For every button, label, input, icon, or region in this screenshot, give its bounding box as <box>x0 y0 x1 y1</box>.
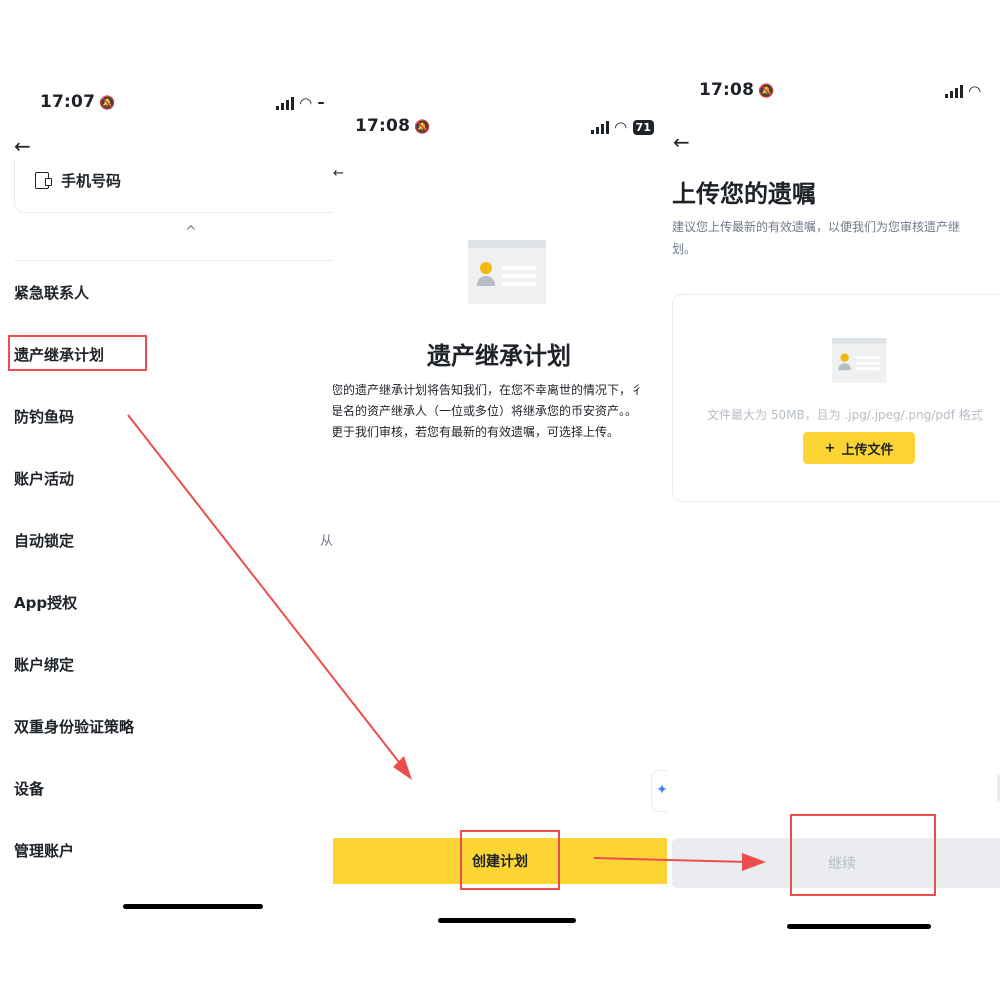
phone-number-card[interactable]: 手机号码 <box>14 160 333 213</box>
page-title: 上传您的遗嘱 <box>672 180 816 208</box>
screen-upload-will: 17:08 🔕 ◠ ← 上传您的遗嘱 建议您上传最新的有效遗嘱，以便我们为您审核遗… <box>667 0 1000 1000</box>
auto-lock-value: 从 <box>320 534 333 549</box>
battery-icon <box>317 102 324 104</box>
document-illustration-icon <box>832 338 887 383</box>
phone-device-icon <box>35 172 52 189</box>
screen-security-settings: 17:07 🔕 ◠ ← 手机号码 ^ 紧急联系人 遗产继承计划 防钓鱼码 账户活动… <box>0 0 333 1000</box>
signal-icon <box>591 120 609 134</box>
upload-area[interactable] <box>672 294 1000 502</box>
wifi-icon: ◠ <box>969 82 981 100</box>
menu-item-2fa-policy[interactable]: 双重身份验证策略 <box>14 716 134 737</box>
home-indicator <box>787 924 931 929</box>
screen-inheritance-intro: 17:08 🔕 ◠ 71 ← 遗产继承计划 您的遗产继承计划将告知我们，在您不幸离… <box>333 0 667 1000</box>
file-size-hint: 文件最大为 50MB，且为 .jpg/.jpeg/.png/pdf 格式 <box>707 408 983 422</box>
menu-item-app-authorization[interactable]: App授权 <box>14 592 77 613</box>
support-chat-icon[interactable]: ✦ <box>651 770 667 812</box>
description-line-3: 更于我们审核，若您有最新的有效遗嘱，可选择上传。 <box>333 425 620 439</box>
menu-item-account-activity[interactable]: 账户活动 <box>14 468 74 489</box>
status-time: 17:08 🔕 <box>355 116 431 136</box>
battery-icon: 71 <box>632 119 654 135</box>
menu-item-devices[interactable]: 设备 <box>14 778 44 799</box>
signal-icon <box>945 84 963 98</box>
home-indicator <box>123 904 263 909</box>
menu-item-manage-account[interactable]: 管理账户 <box>14 840 74 861</box>
description-line-2: 是名的资产继承人（一位或多位）将继承您的币安资产。。 <box>333 404 638 418</box>
highlight-box-create-plan <box>460 830 560 890</box>
status-icons: ◠ <box>276 94 324 112</box>
wifi-icon: ◠ <box>615 118 627 136</box>
subtitle-line-1: 建议您上传最新的有效遗嘱，以便我们为您审核遗产继 <box>672 220 961 234</box>
back-arrow-icon[interactable]: ← <box>14 134 31 158</box>
status-time: 17:07 🔕 <box>40 92 116 112</box>
menu-item-anti-phishing-code[interactable]: 防钓鱼码 <box>14 406 74 427</box>
back-arrow-icon[interactable]: ← <box>333 166 344 181</box>
page-title: 遗产继承计划 <box>427 342 571 370</box>
highlight-box-continue <box>790 814 936 896</box>
menu-item-account-binding[interactable]: 账户绑定 <box>14 654 74 675</box>
status-icons: ◠ 71 <box>591 118 654 136</box>
menu-item-emergency-contact[interactable]: 紧急联系人 <box>14 282 89 303</box>
description-line-1: 您的遗产继承计划将告知我们，在您不幸离世的情况下，彳 <box>333 383 644 397</box>
subtitle-line-2: 划。 <box>672 242 697 256</box>
upload-file-button[interactable]: + 上传文件 <box>803 432 915 464</box>
divider <box>14 260 333 261</box>
menu-item-auto-lock[interactable]: 自动锁定 <box>14 530 74 551</box>
bell-muted-icon: 🔕 <box>99 96 116 111</box>
status-time: 17:08 🔕 <box>699 80 775 100</box>
chevron-up-icon[interactable]: ^ <box>185 224 197 240</box>
plus-icon: + <box>824 440 836 456</box>
back-arrow-icon[interactable]: ← <box>673 130 690 154</box>
bell-muted-icon: 🔕 <box>414 120 431 135</box>
highlight-box-inheritance <box>8 335 147 371</box>
home-indicator <box>438 918 576 923</box>
status-icons: ◠ <box>945 82 981 100</box>
signal-icon <box>276 96 294 110</box>
document-illustration-icon <box>468 240 546 304</box>
phone-number-label: 手机号码 <box>61 172 122 190</box>
wifi-icon: ◠ <box>300 94 312 112</box>
bell-muted-icon: 🔕 <box>758 84 775 99</box>
phone-number-row[interactable]: 手机号码 <box>35 170 121 191</box>
